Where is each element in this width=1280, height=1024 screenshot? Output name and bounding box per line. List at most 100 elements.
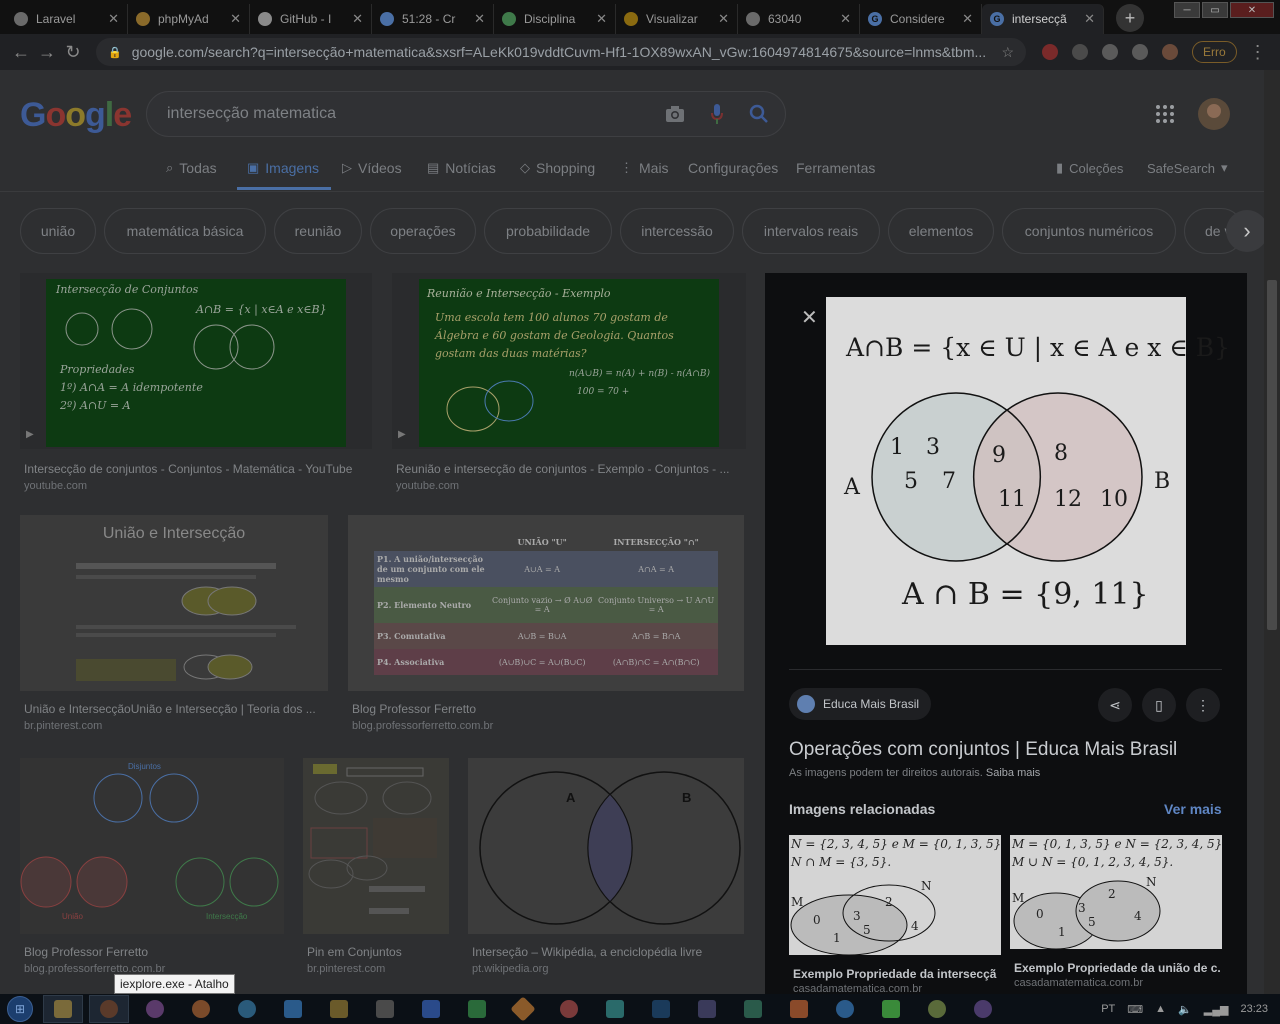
avatar[interactable] <box>1198 98 1230 130</box>
chip[interactable]: intercessão <box>620 208 734 254</box>
app-taskbar-icon[interactable] <box>687 995 727 1023</box>
tab-mais[interactable]: ⋮ Mais <box>620 160 669 176</box>
learn-more-link[interactable]: Saiba mais <box>986 767 1040 779</box>
preview-title[interactable]: Operações com conjuntos | Educa Mais Bra… <box>789 739 1177 761</box>
tab-phpmyadmin[interactable]: phpMyAd ✕ <box>128 4 250 34</box>
tab-timer[interactable]: 51:28 - Cr ✕ <box>372 4 494 34</box>
word-taskbar-icon[interactable] <box>411 995 451 1023</box>
related-image[interactable]: N = {2, 3, 4, 5} e M = {0, 1, 3, 5}. N ∩… <box>789 835 1001 955</box>
explorer-taskbar-icon[interactable] <box>43 995 83 1023</box>
tab-considere[interactable]: G Considere ✕ <box>860 4 982 34</box>
scrollbar-thumb[interactable] <box>1267 280 1277 630</box>
app-taskbar-icon[interactable] <box>365 995 405 1023</box>
close-icon[interactable]: ✕ <box>474 11 485 27</box>
tab-63040[interactable]: 63040 ✕ <box>738 4 860 34</box>
photoshop-taskbar-icon[interactable] <box>641 995 681 1023</box>
image-result[interactable]: A B Interseção – Wikipédia, a enciclopéd… <box>468 758 746 980</box>
chip[interactable]: operações <box>370 208 476 254</box>
reload-button[interactable]: ↻ <box>60 42 86 63</box>
profile-avatar-icon[interactable] <box>1162 44 1178 60</box>
see-more-link[interactable]: Ver mais <box>1164 801 1222 817</box>
chip[interactable]: intervalos reais <box>742 208 880 254</box>
chip[interactable]: união <box>20 208 96 254</box>
audition-taskbar-icon[interactable] <box>733 995 773 1023</box>
result-title[interactable]: Pin em Conjuntos <box>307 945 451 959</box>
app-taskbar-icon[interactable] <box>871 995 911 1023</box>
excel-taskbar-icon[interactable] <box>457 995 497 1023</box>
app-taskbar-icon[interactable] <box>595 995 635 1023</box>
puzzle-icon[interactable] <box>1132 44 1148 60</box>
edge-taskbar-icon[interactable] <box>227 995 267 1023</box>
close-icon[interactable]: ✕ <box>596 11 607 27</box>
save-button[interactable]: ▯ <box>1142 688 1176 722</box>
chip[interactable]: elementos <box>888 208 994 254</box>
menu-icon[interactable]: ⋮ <box>1245 42 1271 63</box>
related-image[interactable]: M = {0, 1, 3, 5} e N = {2, 3, 4, 5}. M ∪… <box>1010 835 1222 949</box>
minimize-button[interactable]: ─ <box>1174 2 1200 18</box>
page-scrollbar[interactable] <box>1264 70 1280 994</box>
image-result[interactable]: Pin em Conjuntos br.pinterest.com <box>303 758 451 980</box>
tools-link[interactable]: Ferramentas <box>796 160 875 176</box>
close-window-button[interactable]: ✕ <box>1230 2 1274 18</box>
close-icon[interactable]: ✕ <box>352 11 363 27</box>
result-title[interactable]: Blog Professor Ferretto <box>352 702 742 716</box>
camera-icon[interactable] <box>663 102 687 126</box>
image-result[interactable]: Reunião e Intersecção - Exemplo Uma esco… <box>392 273 746 505</box>
address-bar[interactable]: 🔒 google.com/search?q=intersecção+matema… <box>96 38 1026 66</box>
tab-noticias[interactable]: ▤ Notícias <box>427 160 496 176</box>
chip[interactable]: matemática básica <box>104 208 266 254</box>
back-button[interactable]: ← <box>8 42 34 63</box>
search-icon[interactable] <box>747 102 771 126</box>
app-taskbar-icon[interactable] <box>779 995 819 1023</box>
close-icon[interactable]: ✕ <box>1084 11 1095 27</box>
source-chip[interactable]: Educa Mais Brasil <box>789 688 932 720</box>
result-thumbnail[interactable]: Intersecção de Conjuntos A∩B = {x | x∈A … <box>20 273 372 449</box>
error-button[interactable]: Erro <box>1192 41 1237 63</box>
firefox-taskbar-icon[interactable] <box>181 995 221 1023</box>
collections-link[interactable]: ▮ Coleções <box>1056 160 1123 176</box>
chip[interactable]: reunião <box>274 208 362 254</box>
tab-interseccao[interactable]: Gintersecçã ✕ <box>982 4 1104 34</box>
tab-todas[interactable]: ⌕ Todas <box>166 160 217 176</box>
more-options-button[interactable]: ⋮ <box>1186 688 1220 722</box>
result-title[interactable]: Reunião e intersecção de conjuntos - Exe… <box>396 462 740 476</box>
image-result[interactable]: União e Intersecção União e IntersecçãoU… <box>20 515 330 745</box>
app-taskbar-icon[interactable] <box>825 995 865 1023</box>
result-title[interactable]: Intersecção de conjuntos - Conjuntos - M… <box>24 462 370 476</box>
apps-grid-icon[interactable] <box>1155 104 1179 128</box>
tab-laravel[interactable]: Laravel ✕ <box>6 4 128 34</box>
result-title[interactable]: União e IntersecçãoUnião e Intersecção |… <box>24 702 326 716</box>
network-icon[interactable]: ▂▄▆ <box>1204 1003 1229 1016</box>
close-icon[interactable]: ✕ <box>801 305 818 330</box>
darkmode-extension-icon[interactable] <box>1072 44 1088 60</box>
maximize-button[interactable]: ▭ <box>1202 2 1228 18</box>
keyboard-icon[interactable]: ⌨ <box>1127 1003 1143 1016</box>
close-icon[interactable]: ✕ <box>840 11 851 27</box>
tab-github[interactable]: GitHub - I ✕ <box>250 4 372 34</box>
close-icon[interactable]: ✕ <box>230 11 241 27</box>
search-input[interactable]: intersecção matematica <box>167 105 645 123</box>
microphone-icon[interactable] <box>705 102 729 126</box>
chevron-right-icon[interactable]: › <box>1226 210 1264 252</box>
result-title[interactable]: Interseção – Wikipédia, a enciclopédia l… <box>472 945 744 959</box>
language-indicator[interactable]: PT <box>1101 1003 1115 1015</box>
media-taskbar-icon[interactable] <box>135 995 175 1023</box>
vscode-taskbar-icon[interactable] <box>273 995 313 1023</box>
result-thumbnail[interactable]: A B <box>468 758 744 934</box>
show-hidden-icons[interactable]: ▲ <box>1155 1003 1166 1015</box>
image-result[interactable]: Intersecção de Conjuntos A∩B = {x | x∈A … <box>20 273 372 505</box>
result-thumbnail[interactable] <box>303 758 449 934</box>
preview-image[interactable]: A∩B = {x ∈ U | x ∈ A e x ∈ B} A B 1 3 5 … <box>826 297 1230 645</box>
result-thumbnail[interactable]: Disjuntos União Intersecção <box>20 758 284 934</box>
tab-visualizar[interactable]: Visualizar ✕ <box>616 4 738 34</box>
extension-icon[interactable] <box>1102 44 1118 60</box>
result-thumbnail[interactable]: UNIÃO "U" INTERSECÇÃO "∩" P1. A união/int… <box>348 515 744 691</box>
settings-link[interactable]: Configurações <box>688 160 778 176</box>
app-taskbar-icon[interactable] <box>549 995 589 1023</box>
app-taskbar-icon[interactable] <box>503 995 543 1023</box>
google-logo[interactable]: Google <box>20 96 132 135</box>
star-icon[interactable]: ☆ <box>1001 44 1014 61</box>
tab-videos[interactable]: ▷ Vídeos <box>342 160 402 176</box>
tab-imagens[interactable]: ▣ Imagens <box>247 160 319 176</box>
app-taskbar-icon[interactable] <box>963 995 1003 1023</box>
